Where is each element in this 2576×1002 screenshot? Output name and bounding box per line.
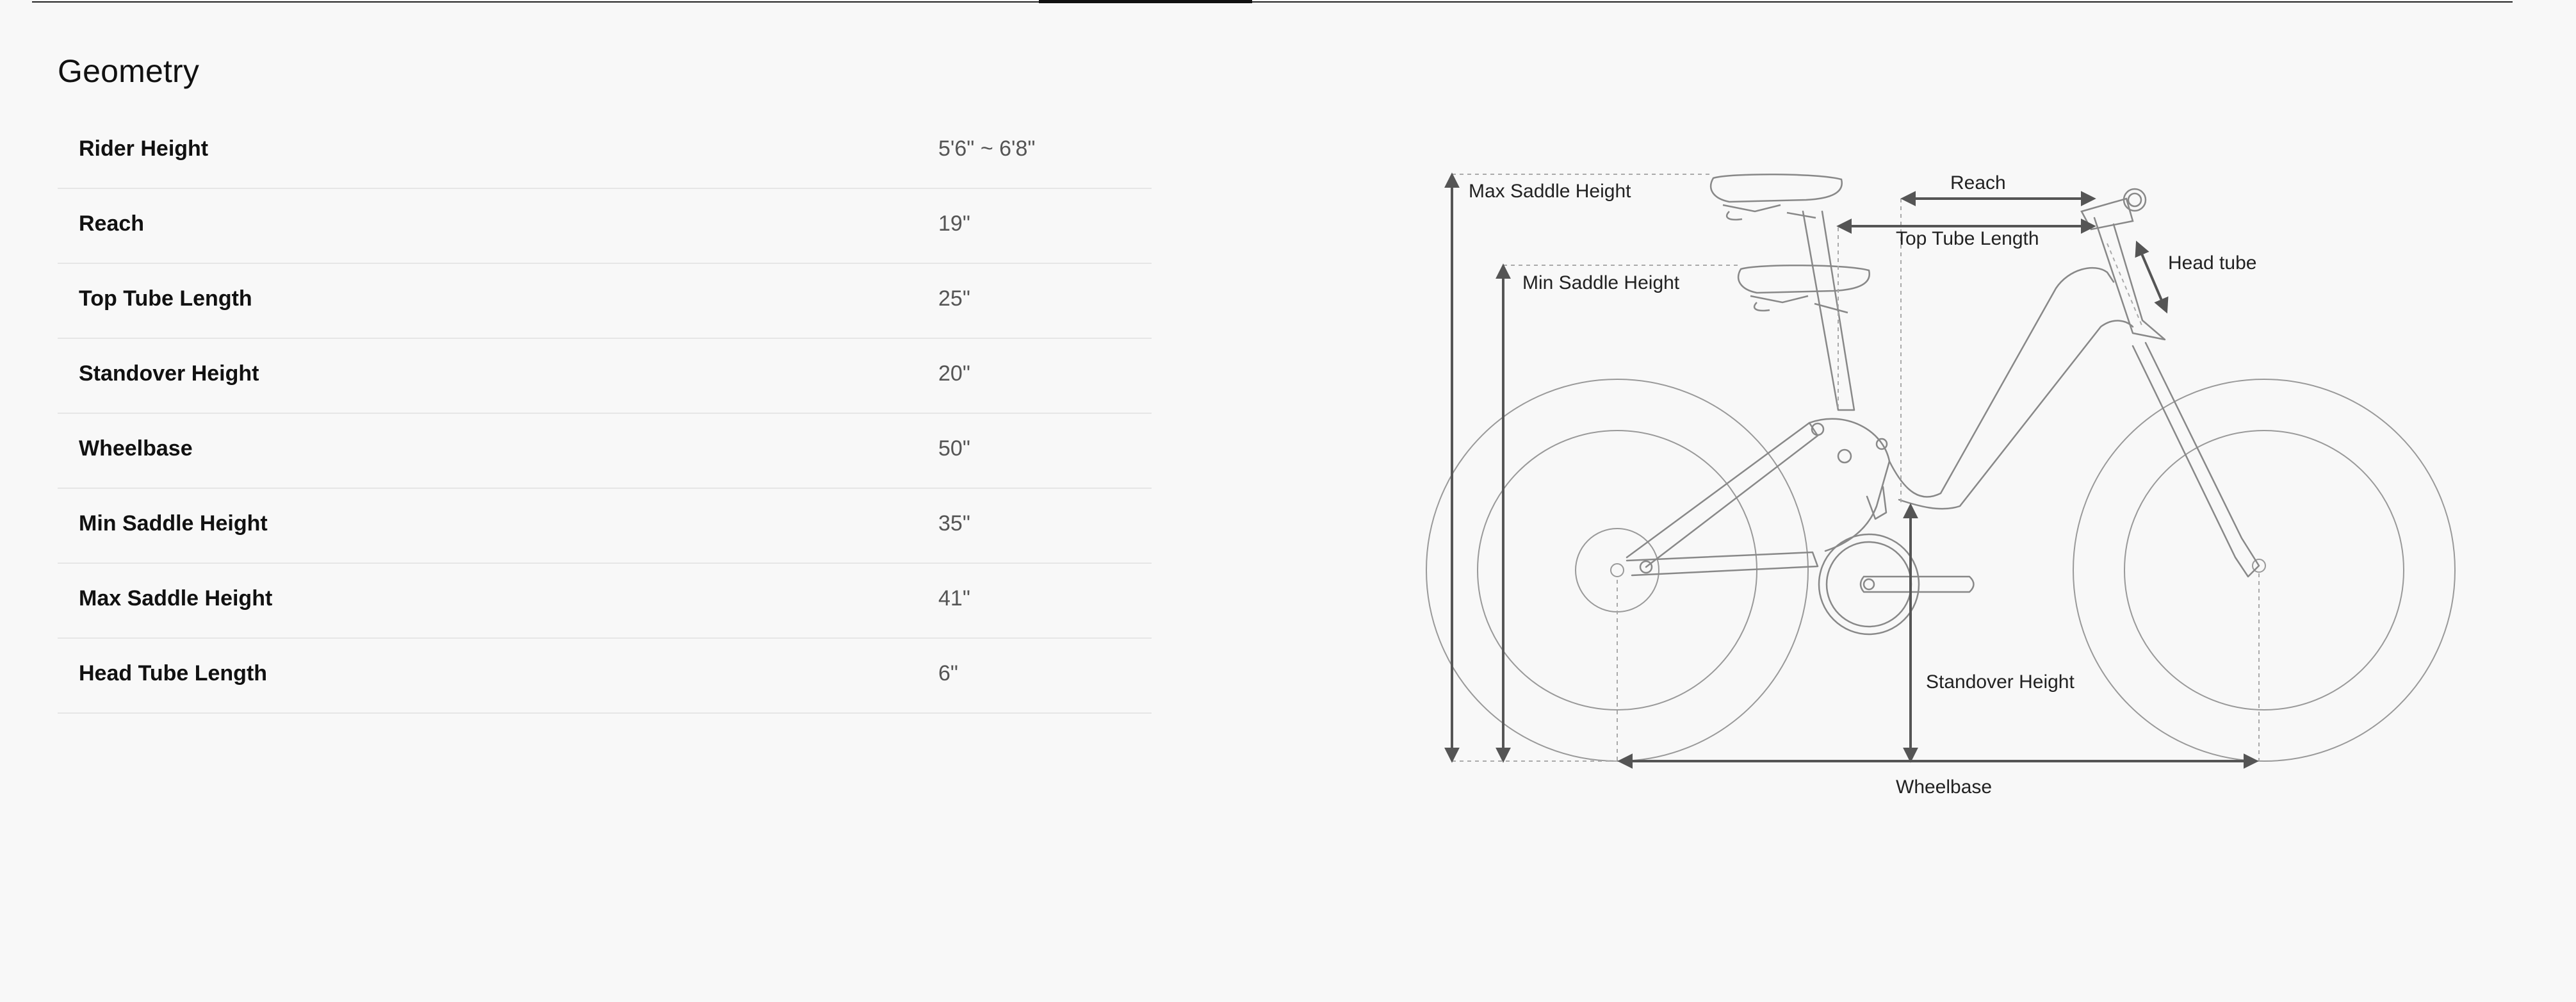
geometry-label: Reach — [79, 211, 145, 236]
geometry-table: Rider Height 5'6" ~ 6'8" Reach 19" Top T… — [58, 114, 1152, 714]
geometry-label: Top Tube Length — [79, 286, 252, 311]
active-tab-indicator — [1039, 0, 1252, 3]
geometry-value: 5'6" ~ 6'8" — [938, 136, 1036, 161]
table-row: Top Tube Length 25" — [58, 264, 1152, 339]
geometry-label: Head Tube Length — [79, 661, 268, 686]
geometry-label: Min Saddle Height — [79, 511, 268, 536]
front-wheel — [2073, 379, 2456, 762]
geometry-page: Geometry Rider Height 5'6" ~ 6'8" Reach … — [0, 0, 2576, 1002]
table-row: Standover Height 20" — [58, 339, 1152, 414]
table-row: Head Tube Length 6" — [58, 639, 1152, 714]
geometry-value: 25" — [938, 286, 970, 311]
reference-lines — [1452, 174, 2260, 762]
geometry-value: 41" — [938, 586, 970, 611]
table-row: Min Saddle Height 35" — [58, 489, 1152, 564]
max-saddle-height-label: Max Saddle Height — [1469, 181, 1631, 202]
table-row: Reach 19" — [58, 189, 1152, 264]
saddle-min — [1737, 264, 1870, 314]
top-tube-length-label: Top Tube Length — [1896, 228, 2039, 249]
geometry-label: Standover Height — [79, 361, 259, 386]
table-row: Rider Height 5'6" ~ 6'8" — [58, 114, 1152, 189]
section-title: Geometry — [58, 53, 200, 89]
geometry-value: 20" — [938, 361, 970, 386]
dimension-arrows — [1444, 172, 2259, 769]
geometry-value: 35" — [938, 511, 970, 536]
geometry-value: 50" — [938, 436, 970, 461]
table-row: Max Saddle Height 41" — [58, 564, 1152, 639]
head-tube-label: Head tube — [2168, 252, 2256, 274]
min-saddle-height-label: Min Saddle Height — [1522, 272, 1680, 293]
geometry-label: Max Saddle Height — [79, 586, 273, 611]
geometry-value: 6" — [938, 661, 958, 686]
geometry-value: 19" — [938, 211, 970, 236]
saddle-max — [1709, 173, 1843, 221]
standover-height-label: Standover Height — [1926, 671, 2075, 693]
reach-label: Reach — [1950, 172, 2006, 193]
bike-frame — [1626, 210, 2260, 636]
handlebar — [2080, 188, 2147, 231]
rear-wheel — [1426, 379, 1809, 762]
table-row: Wheelbase 50" — [58, 414, 1152, 489]
geometry-label: Rider Height — [79, 136, 209, 161]
wheelbase-label: Wheelbase — [1896, 776, 1992, 798]
top-divider — [32, 1, 2513, 3]
geometry-label: Wheelbase — [79, 436, 193, 461]
